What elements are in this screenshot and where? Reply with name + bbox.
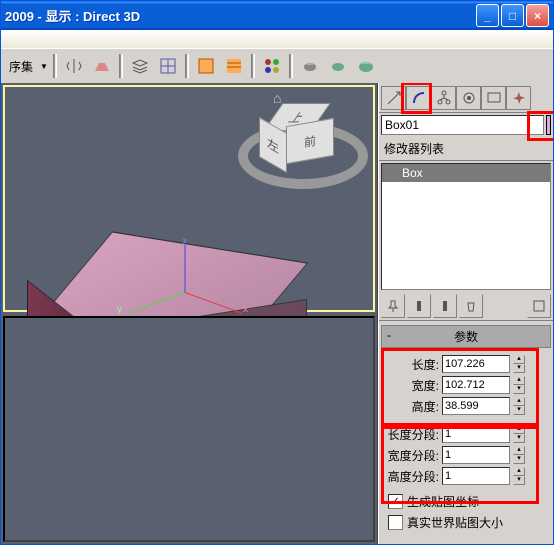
maximize-button[interactable]: □ <box>501 4 524 27</box>
modify-tab[interactable] <box>406 86 431 110</box>
configure-sets-button[interactable] <box>527 294 551 318</box>
gen-map-coords-checkbox[interactable]: ✓ <box>388 494 403 509</box>
view-cube[interactable]: ⌂ 上 左 前 <box>233 95 353 215</box>
perspective-viewport[interactable]: ⌂ 上 左 前 x <box>3 85 375 312</box>
command-panel-tabs <box>379 83 553 113</box>
height-segs-spinner[interactable]: ▴▾ <box>513 467 525 485</box>
real-world-label: 真实世界贴图大小 <box>407 514 503 531</box>
window-title: 2009 - 显示 : Direct 3D <box>5 6 140 25</box>
height-input[interactable] <box>442 397 510 415</box>
object-color-swatch[interactable] <box>546 115 551 135</box>
modifier-item-box[interactable]: Box <box>382 164 550 182</box>
dope-sheet-button[interactable] <box>221 53 247 79</box>
pin-stack-button[interactable] <box>381 294 405 318</box>
secondary-viewport[interactable] <box>3 316 375 543</box>
height-segs-input[interactable] <box>442 467 510 485</box>
height-label: 高度: <box>383 398 439 415</box>
length-spinner[interactable]: ▴▾ <box>513 355 525 373</box>
render-frame-button[interactable] <box>325 53 351 79</box>
modifier-list-label[interactable]: 修改器列表 <box>379 137 553 161</box>
height-segs-label: 高度分段: <box>383 468 439 485</box>
material-editor-button[interactable] <box>259 53 285 79</box>
viewport-area: ⌂ 上 左 前 x <box>1 83 378 544</box>
layers-button[interactable] <box>127 53 153 79</box>
width-segs-input[interactable] <box>442 446 510 464</box>
length-segs-label: 长度分段: <box>383 426 439 443</box>
schematic-view-button[interactable] <box>155 53 181 79</box>
close-button[interactable]: × <box>526 4 549 27</box>
length-label: 长度: <box>383 356 439 373</box>
curve-editor-button[interactable] <box>193 53 219 79</box>
main-toolbar: 序集 ▼ <box>1 48 553 84</box>
length-input[interactable] <box>442 355 510 373</box>
width-label: 宽度: <box>383 377 439 394</box>
display-tab[interactable] <box>481 86 506 110</box>
mirror-button[interactable] <box>61 53 87 79</box>
menu-bar <box>1 30 553 48</box>
height-spinner[interactable]: ▴▾ <box>513 397 525 415</box>
width-segs-label: 宽度分段: <box>383 447 439 464</box>
real-world-checkbox[interactable] <box>388 515 403 530</box>
width-input[interactable] <box>442 376 510 394</box>
motion-tab[interactable] <box>456 86 481 110</box>
length-segs-input[interactable] <box>442 425 510 443</box>
gen-map-coords-label: 生成贴图坐标 <box>407 493 479 510</box>
utilities-tab[interactable] <box>506 86 531 110</box>
make-unique-button[interactable] <box>433 294 457 318</box>
object-name-input[interactable] <box>381 115 544 135</box>
params-rollup-header[interactable]: 参数 <box>381 325 551 348</box>
minimize-button[interactable]: _ <box>476 4 499 27</box>
title-bar: 2009 - 显示 : Direct 3D _ □ × <box>1 1 553 30</box>
render-button[interactable] <box>353 53 379 79</box>
selection-set-label: 序集 <box>5 58 37 75</box>
modifier-stack[interactable]: Box <box>381 163 551 290</box>
dropdown-arrow-icon[interactable]: ▼ <box>39 61 49 71</box>
width-segs-spinner[interactable]: ▴▾ <box>513 446 525 464</box>
hierarchy-tab[interactable] <box>431 86 456 110</box>
create-tab[interactable] <box>381 86 406 110</box>
length-segs-spinner[interactable]: ▴▾ <box>513 425 525 443</box>
render-setup-button[interactable] <box>297 53 323 79</box>
command-panel: 修改器列表 Box 参数 长度: ▴▾ <box>378 83 553 544</box>
width-spinner[interactable]: ▴▾ <box>513 376 525 394</box>
align-button[interactable] <box>89 53 115 79</box>
remove-modifier-button[interactable] <box>459 294 483 318</box>
show-end-result-button[interactable] <box>407 294 431 318</box>
